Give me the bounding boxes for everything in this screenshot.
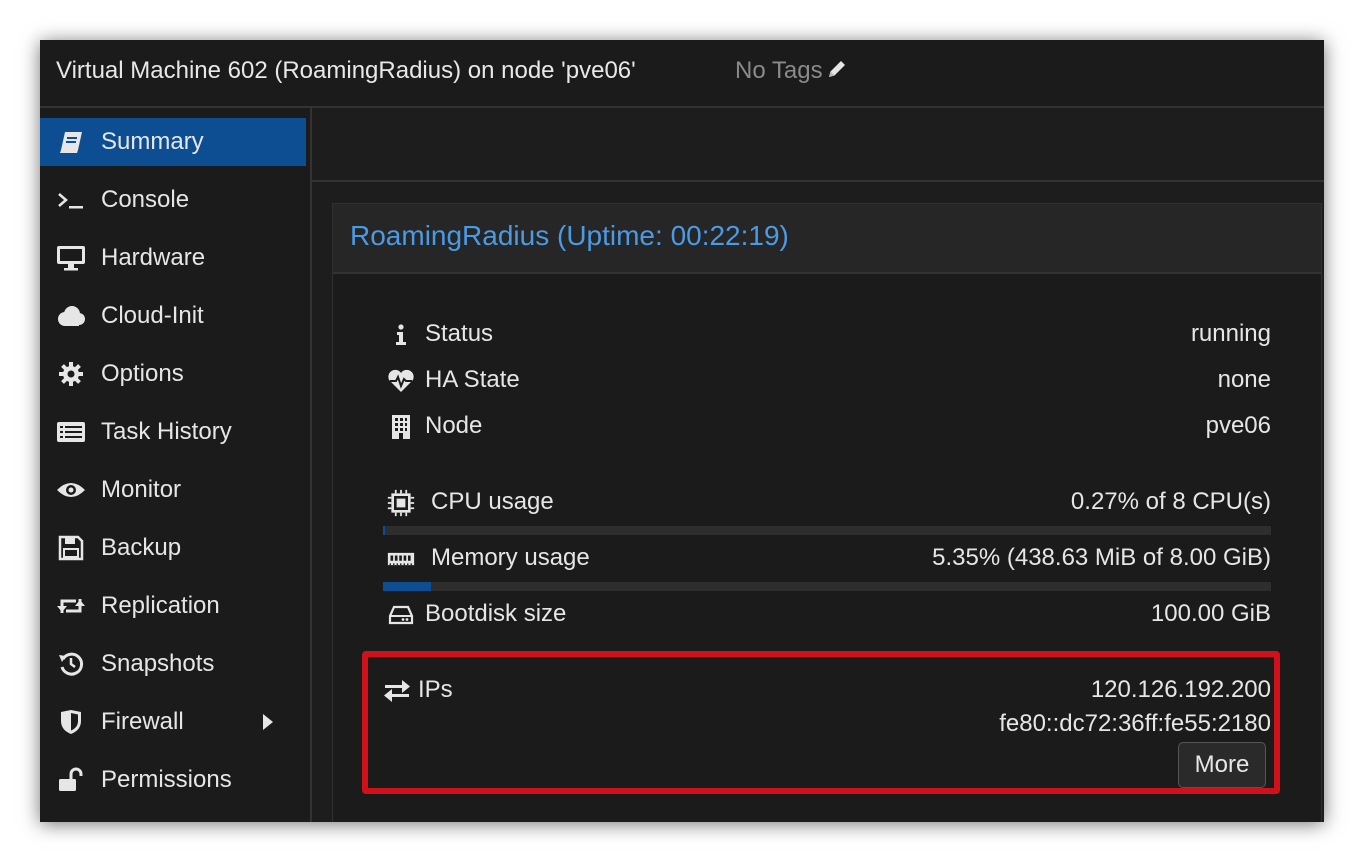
sidebar-item-replication[interactable]: Replication [40, 582, 306, 630]
list-icon [55, 408, 87, 456]
info-icon [387, 321, 415, 349]
sidebar-item-summary[interactable]: Summary [40, 118, 306, 166]
status-row: Status running [383, 315, 1271, 355]
memory-icon [387, 545, 415, 573]
sidebar-item-permissions[interactable]: Permissions [40, 756, 306, 804]
sidebar-item-snapshots[interactable]: Snapshots [40, 640, 306, 688]
toolbar [312, 108, 1324, 182]
bootdisk-row: Bootdisk size 100.00 GiB [383, 595, 1271, 635]
monitor-icon [55, 234, 87, 282]
unlock-icon [55, 756, 87, 804]
sidebar-item-label: Firewall [101, 708, 184, 735]
node-label: Node [425, 412, 483, 439]
history-icon [55, 640, 87, 688]
panel-title: RoamingRadius (Uptime: 00:22:19) [350, 220, 789, 251]
retweet-icon [55, 582, 87, 630]
sidebar-item-label: Task History [101, 418, 232, 445]
cpu-row: CPU usage 0.27% of 8 CPU(s) [383, 483, 1271, 523]
gear-icon [55, 350, 87, 398]
sidebar-item-hardware[interactable]: Hardware [40, 234, 306, 282]
node-row: Node pve06 [383, 407, 1271, 447]
panel-header: RoamingRadius (Uptime: 00:22:19) [333, 204, 1321, 274]
sidebar-item-label: Cloud-Init [101, 302, 204, 329]
building-icon [387, 413, 415, 441]
sidebar-item-cloud-init[interactable]: Cloud-Init [40, 292, 306, 340]
cpu-value: 0.27% of 8 CPU(s) [1070, 488, 1271, 515]
sidebar-item-label: Permissions [101, 766, 232, 793]
node-value: pve06 [1205, 412, 1271, 439]
page-title: Virtual Machine 602 (RoamingRadius) on n… [56, 57, 636, 84]
ha-state-label: HA State [425, 366, 520, 393]
memory-usage-bar-fill [383, 582, 431, 591]
memory-row: Memory usage 5.35% (438.63 MiB of 8.00 G… [383, 539, 1271, 579]
memory-value: 5.35% (438.63 MiB of 8.00 GiB) [932, 544, 1271, 571]
eye-icon [55, 466, 87, 514]
caret-right-icon[interactable] [262, 713, 274, 731]
bootdisk-value: 100.00 GiB [1150, 600, 1271, 627]
sidebar-item-label: Console [101, 186, 190, 213]
cpu-label: CPU usage [431, 488, 554, 515]
sidebar-item-label: Options [101, 360, 184, 387]
sidebar-item-label: Hardware [101, 244, 206, 271]
book-icon [55, 118, 87, 166]
sidebar-item-label: Backup [101, 534, 182, 561]
sidebar-item-console[interactable]: Console [40, 176, 306, 224]
title-bar: Virtual Machine 602 (RoamingRadius) on n… [40, 40, 1324, 108]
hdd-icon [387, 601, 415, 629]
sidebar-item-monitor[interactable]: Monitor [40, 466, 306, 514]
heartbeat-icon [387, 367, 415, 395]
cpu-icon [387, 489, 415, 517]
sidebar-item-task-history[interactable]: Task History [40, 408, 306, 456]
status-value: running [1190, 320, 1271, 347]
sidebar: Summary Console Hardware Cloud-Init Opti… [40, 108, 312, 822]
memory-label: Memory usage [431, 544, 590, 571]
sidebar-item-firewall[interactable]: Firewall [40, 698, 306, 746]
ha-state-row: HA State none [383, 361, 1271, 401]
sidebar-item-backup[interactable]: Backup [40, 524, 306, 572]
sidebar-item-label: Replication [101, 592, 220, 619]
sidebar-item-label: Summary [101, 128, 204, 155]
tags-editor[interactable]: No Tags [735, 57, 848, 85]
ha-state-value: none [1217, 366, 1271, 393]
tags-label: No Tags [735, 57, 823, 84]
sidebar-item-options[interactable]: Options [40, 350, 306, 398]
more-ips-button[interactable]: More [1178, 742, 1266, 788]
memory-usage-bar [383, 582, 1271, 591]
bootdisk-label: Bootdisk size [425, 600, 567, 627]
pencil-icon[interactable] [826, 58, 848, 80]
terminal-icon [55, 176, 87, 224]
sidebar-item-label: Monitor [101, 476, 182, 503]
cloud-icon [55, 292, 87, 340]
status-label: Status [425, 320, 494, 347]
shield-icon [55, 698, 87, 746]
vm-window: Virtual Machine 602 (RoamingRadius) on n… [40, 40, 1324, 822]
floppy-icon [55, 524, 87, 572]
cpu-usage-bar-fill [383, 526, 386, 535]
ips-highlight-box [362, 651, 1280, 794]
cpu-usage-bar [383, 526, 1271, 535]
sidebar-item-label: Snapshots [101, 650, 215, 677]
